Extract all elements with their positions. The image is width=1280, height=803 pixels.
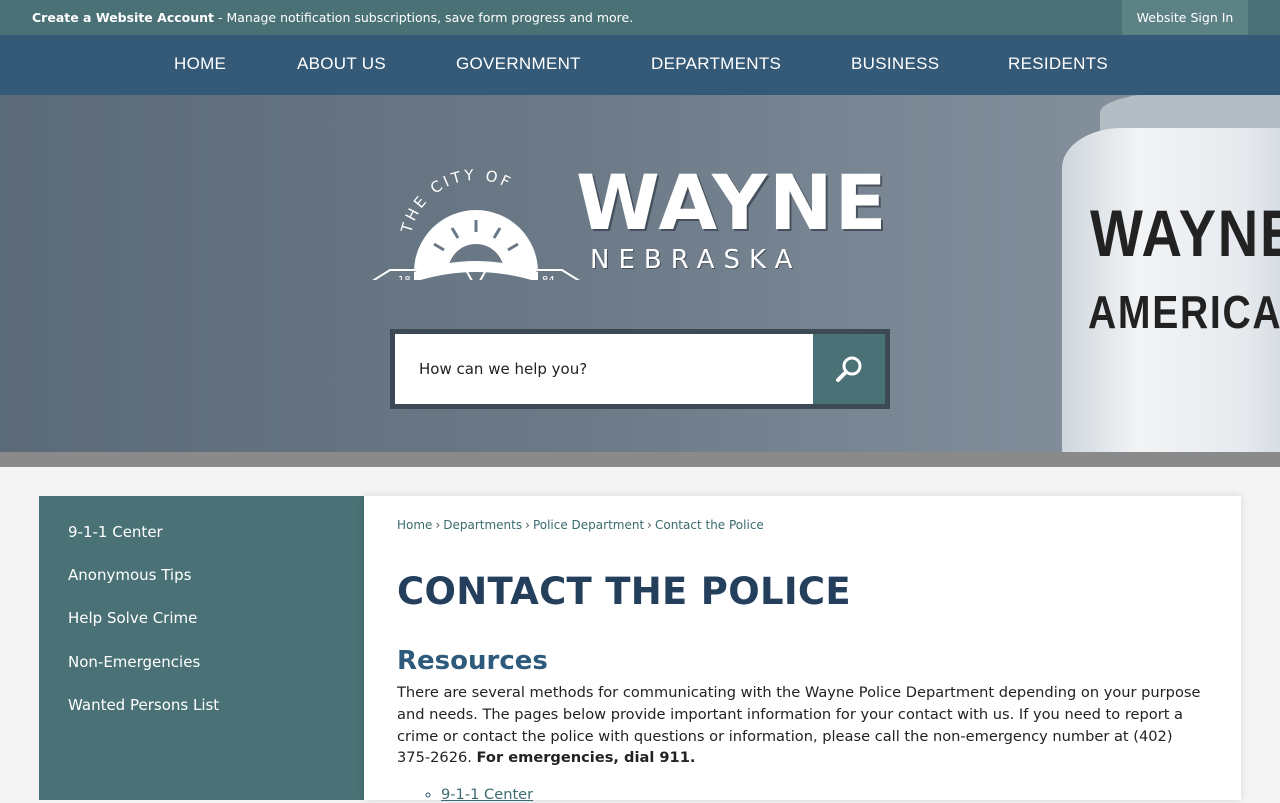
nav-item-home[interactable]: HOME (174, 35, 226, 95)
breadcrumb-departments[interactable]: Departments (443, 518, 522, 532)
hero-bottom-strip (0, 452, 1280, 467)
logo-subtitle: NEBRASKA (590, 245, 802, 275)
nav-item-about-us[interactable]: ABOUT US (297, 35, 386, 95)
resource-link-911-center[interactable]: 9-1-1 Center (441, 786, 533, 803)
section-title-resources: Resources (397, 646, 548, 676)
search-icon (836, 356, 862, 382)
breadcrumb-separator: › (647, 518, 652, 532)
logo-wordmark[interactable]: WAYNE (576, 165, 889, 241)
main-nav: HOME ABOUT US GOVERNMENT DEPARTMENTS BUS… (0, 35, 1280, 95)
page-title: CONTACT THE POLICE (397, 570, 851, 613)
breadcrumb-separator: › (525, 518, 530, 532)
nav-item-business[interactable]: BUSINESS (851, 35, 939, 95)
breadcrumb-separator: › (435, 518, 441, 532)
search-button[interactable] (813, 334, 885, 404)
logo-year-left: 18 (398, 275, 411, 280)
hero-banner: WAYNE AMERICA THE CITY OF 18 84 WAYNE NE… (0, 95, 1280, 452)
logo-year-right: 84 (542, 275, 555, 280)
search-input[interactable] (395, 334, 813, 404)
sidebar-nav: 9-1-1 Center Anonymous Tips Help Solve C… (39, 496, 364, 800)
main-content: Home › Departments › Police Department › Conta… (364, 496, 1241, 803)
breadcrumb: Home › Departments › Police Department › Conta… (397, 518, 764, 532)
sidebar-item-help-solve-crime[interactable]: Help Solve Crime (68, 609, 197, 627)
tower-text-wayne: WAYNE (1090, 196, 1280, 270)
nav-item-government[interactable]: GOVERNMENT (456, 35, 581, 95)
resources-paragraph: There are several methods for communicat… (397, 682, 1207, 769)
breadcrumb-home[interactable]: Home (397, 518, 432, 532)
site-search (390, 329, 890, 409)
create-account-link[interactable]: Create a Website Account (32, 10, 214, 25)
account-message: Create a Website Account - Manage notifi… (32, 10, 633, 25)
breadcrumb-contact-the-police[interactable]: Contact the Police (655, 518, 764, 532)
nav-item-departments[interactable]: DEPARTMENTS (651, 35, 781, 95)
city-seal-icon[interactable]: THE CITY OF 18 84 (370, 150, 582, 280)
sidebar-item-anonymous-tips[interactable]: Anonymous Tips (68, 566, 191, 584)
sidebar-item-wanted-persons-list[interactable]: Wanted Persons List (68, 696, 219, 714)
account-description: - Manage notification subscriptions, sav… (214, 10, 634, 25)
sidebar-item-911-center[interactable]: 9-1-1 Center (68, 523, 163, 541)
nav-item-residents[interactable]: RESIDENTS (1008, 35, 1108, 95)
top-utility-bar: Create a Website Account - Manage notifi… (0, 0, 1280, 35)
tower-text-america: AMERICA (1088, 286, 1280, 338)
sidebar-item-non-emergencies[interactable]: Non-Emergencies (68, 653, 200, 671)
resources-list: 9-1-1 Center (397, 786, 533, 803)
website-sign-in-button[interactable]: Website Sign In (1122, 0, 1248, 35)
list-item: 9-1-1 Center (441, 786, 533, 803)
emergency-notice: For emergencies, dial 911. (476, 749, 696, 767)
breadcrumb-police-department[interactable]: Police Department (533, 518, 644, 532)
